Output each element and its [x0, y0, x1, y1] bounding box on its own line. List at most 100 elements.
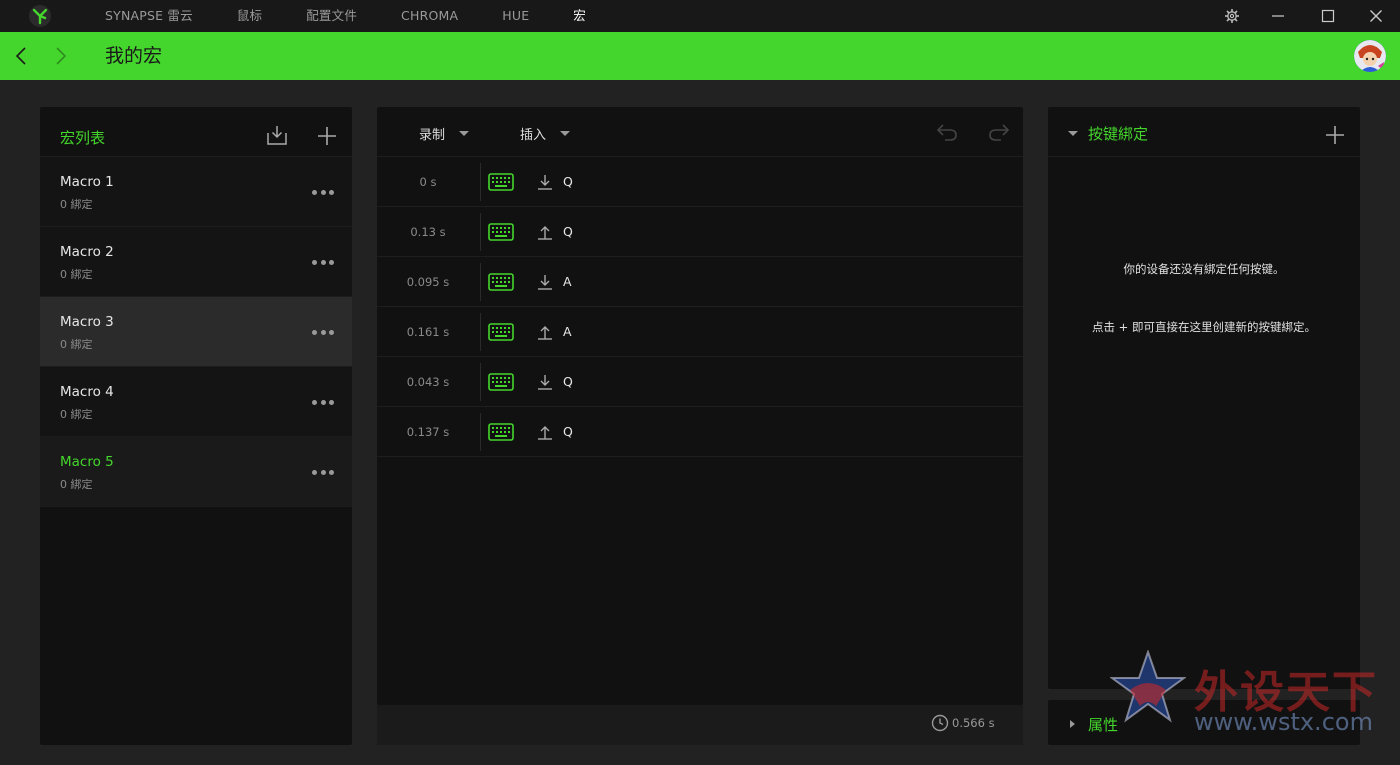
settings-button[interactable]: [1209, 0, 1255, 32]
top-tabs: SYNAPSE 雷云 鼠标 配置文件 CHROMA HUE 宏: [105, 0, 630, 32]
macro-name: Macro 3: [60, 314, 114, 330]
avatar[interactable]: [1354, 40, 1386, 72]
import-icon[interactable]: [266, 124, 288, 146]
gear-icon: [1225, 9, 1239, 23]
editor-footer: 0.566 s: [377, 705, 1023, 745]
event-key: Q: [563, 174, 573, 189]
macro-list-panel: 宏列表 Macro 1 0 綁定 Macro 2 0 綁定 Macro 3 0 …: [40, 107, 352, 745]
macro-list-title: 宏列表: [60, 129, 106, 147]
macro-event-row[interactable]: 0.13 s Q: [377, 207, 1023, 257]
macro-binding-count: 0 綁定: [60, 338, 93, 351]
event-key: Q: [563, 224, 573, 239]
total-duration: 0.566 s: [931, 705, 995, 741]
more-options-icon[interactable]: [312, 183, 334, 201]
properties-panel[interactable]: 属性: [1048, 700, 1360, 745]
macro-list-header: 宏列表: [40, 107, 352, 157]
expand-triangle-icon: [1070, 720, 1075, 728]
close-button[interactable]: [1353, 0, 1399, 32]
insert-dropdown[interactable]: 插入: [520, 124, 571, 143]
keyboard-icon: [488, 223, 514, 241]
add-binding-icon[interactable]: [1325, 125, 1345, 145]
razer-logo-icon[interactable]: [28, 4, 52, 28]
more-options-icon[interactable]: [312, 253, 334, 271]
page-header: 我的宏: [0, 32, 1400, 80]
back-arrow-icon[interactable]: [10, 44, 34, 68]
event-delay[interactable]: 0.13 s: [377, 207, 479, 257]
keyboard-icon: [488, 423, 514, 441]
chevron-down-icon: [459, 131, 470, 136]
key-up-icon: [538, 326, 552, 340]
macro-event-row[interactable]: 0.043 s Q: [377, 357, 1023, 407]
macro-binding-count: 0 綁定: [60, 268, 93, 281]
keyboard-icon: [488, 323, 514, 341]
key-up-icon: [538, 426, 552, 440]
minimize-button[interactable]: [1255, 0, 1301, 32]
key-down-icon: [538, 175, 552, 190]
event-delay[interactable]: 0.095 s: [377, 257, 479, 307]
page-title: 我的宏: [105, 45, 163, 67]
key-binding-title: 按键綁定: [1088, 125, 1149, 143]
redo-icon[interactable]: [987, 121, 1011, 143]
keyboard-icon: [488, 373, 514, 391]
editor-toolbar: 录制 插入: [377, 107, 1023, 157]
add-macro-icon[interactable]: [317, 126, 337, 146]
undo-icon[interactable]: [935, 121, 959, 143]
macro-binding-count: 0 綁定: [60, 198, 93, 211]
title-bar: SYNAPSE 雷云 鼠标 配置文件 CHROMA HUE 宏: [0, 0, 1400, 32]
event-delay[interactable]: 0 s: [377, 157, 479, 207]
forward-arrow-icon[interactable]: [48, 44, 72, 68]
maximize-icon: [1321, 9, 1335, 23]
no-binding-message: 你的设备还没有綁定任何按键。: [1123, 262, 1285, 276]
maximize-button[interactable]: [1305, 0, 1351, 32]
event-delay[interactable]: 0.137 s: [377, 407, 479, 457]
key-up-icon: [538, 226, 552, 240]
event-delay[interactable]: 0.161 s: [377, 307, 479, 357]
event-key: Q: [563, 374, 573, 389]
record-dropdown[interactable]: 录制: [419, 124, 470, 143]
more-options-icon[interactable]: [312, 323, 334, 341]
event-key: Q: [563, 424, 573, 439]
macro-name: Macro 5: [60, 454, 114, 470]
event-key: A: [563, 324, 572, 339]
macro-name: Macro 1: [60, 174, 114, 190]
close-icon: [1370, 10, 1382, 22]
minimize-icon: [1272, 15, 1284, 17]
macro-event-row[interactable]: 0.137 s Q: [377, 407, 1023, 457]
macro-event-row[interactable]: 0.095 s A: [377, 257, 1023, 307]
clock-icon: [931, 714, 949, 732]
macro-name: Macro 4: [60, 384, 114, 400]
tab-synapse[interactable]: SYNAPSE 雷云: [105, 0, 193, 32]
tab-chroma[interactable]: CHROMA: [401, 0, 458, 32]
keyboard-icon: [488, 273, 514, 291]
chevron-down-icon: [560, 131, 571, 136]
macro-list-item-selected[interactable]: Macro 5 0 綁定: [40, 437, 352, 507]
macro-list-item[interactable]: Macro 3 0 綁定: [40, 297, 352, 367]
tab-profiles[interactable]: 配置文件: [306, 0, 357, 32]
record-label: 录制: [419, 128, 446, 143]
macro-binding-count: 0 綁定: [60, 408, 93, 421]
macro-list-item[interactable]: Macro 1 0 綁定: [40, 157, 352, 227]
macro-list-item[interactable]: Macro 4 0 綁定: [40, 367, 352, 437]
properties-title: 属性: [1088, 716, 1119, 734]
tab-mouse[interactable]: 鼠标: [237, 0, 262, 32]
more-options-icon[interactable]: [312, 463, 334, 481]
tab-macro[interactable]: 宏: [573, 0, 586, 32]
create-binding-hint: 点击 + 即可直接在这里创建新的按键綁定。: [1092, 320, 1316, 334]
macro-event-row[interactable]: 0 s Q: [377, 157, 1023, 207]
more-options-icon[interactable]: [312, 393, 334, 411]
macro-name: Macro 2: [60, 244, 114, 260]
macro-editor-panel: 录制 插入 0 s Q 0.13 s Q 0.095 s A 0.161 s A…: [377, 107, 1023, 705]
key-binding-header[interactable]: 按键綁定: [1048, 107, 1360, 157]
insert-label: 插入: [520, 128, 547, 143]
tab-hue[interactable]: HUE: [502, 0, 529, 32]
key-binding-panel: 按键綁定 你的设备还没有綁定任何按键。 点击 + 即可直接在这里创建新的按键綁定…: [1048, 107, 1360, 689]
macro-event-row[interactable]: 0.161 s A: [377, 307, 1023, 357]
keyboard-icon: [488, 173, 514, 191]
user-avatar-icon: [1354, 40, 1386, 72]
event-delay[interactable]: 0.043 s: [377, 357, 479, 407]
macro-binding-count: 0 綁定: [60, 478, 93, 491]
macro-list-item[interactable]: Macro 2 0 綁定: [40, 227, 352, 297]
collapse-triangle-icon: [1068, 131, 1078, 136]
key-down-icon: [538, 275, 552, 290]
event-key: A: [563, 274, 572, 289]
